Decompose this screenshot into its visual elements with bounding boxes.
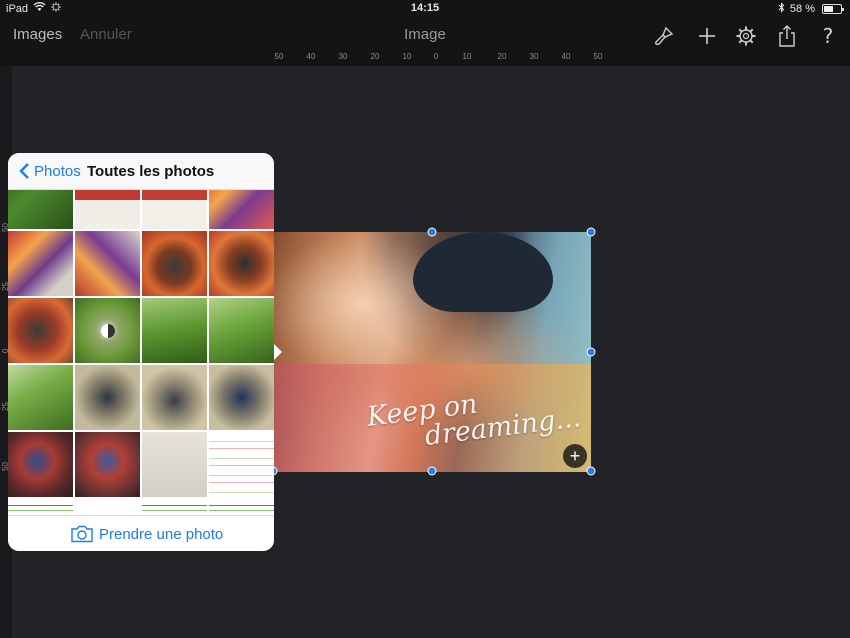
canvas-image[interactable]: Keep on dreaming... + bbox=[273, 232, 591, 472]
photo-thumbnail[interactable] bbox=[8, 499, 73, 516]
ruler-label: 0 bbox=[433, 52, 439, 61]
popover-arrow bbox=[273, 343, 282, 361]
back-photos-button[interactable]: Photos bbox=[34, 163, 81, 180]
photo-thumbnail[interactable] bbox=[142, 432, 207, 497]
photo-thumbnail[interactable] bbox=[209, 190, 274, 229]
photo-thumbnail[interactable] bbox=[75, 499, 140, 516]
photo-picker-popover: Photos Toutes les photos Prendre une pho… bbox=[8, 153, 274, 551]
battery-fill bbox=[824, 6, 834, 12]
ruler-label: 30 bbox=[529, 52, 539, 61]
gear-icon[interactable] bbox=[733, 24, 759, 48]
ruler-label: 50 bbox=[274, 52, 284, 61]
horizontal-ruler: 50 40 30 20 10 0 10 20 30 40 50 bbox=[0, 50, 850, 66]
popover-title: Toutes les photos bbox=[87, 163, 215, 180]
help-icon[interactable]: ? bbox=[815, 24, 841, 48]
popover-header: Photos Toutes les photos bbox=[8, 153, 274, 190]
images-button[interactable]: Images bbox=[13, 26, 62, 43]
photo-thumbnail[interactable] bbox=[209, 432, 274, 497]
ruler-label: 50 bbox=[593, 52, 603, 61]
ruler-label: 20 bbox=[370, 52, 380, 61]
photo-thumbnail[interactable] bbox=[142, 499, 207, 516]
photo-thumbnail[interactable] bbox=[142, 298, 207, 363]
ruler-label: 30 bbox=[338, 52, 348, 61]
photo-thumbnail[interactable] bbox=[142, 365, 207, 430]
photo-grid bbox=[8, 190, 274, 516]
plus-icon[interactable] bbox=[694, 24, 720, 48]
resize-handle-bottom[interactable] bbox=[427, 466, 437, 476]
status-bar: iPad 14:15 58 % bbox=[0, 0, 850, 18]
photo-thumbnail[interactable] bbox=[75, 190, 140, 229]
photo-thumbnail[interactable] bbox=[209, 499, 274, 516]
photo-thumbnail[interactable] bbox=[75, 231, 140, 296]
cancel-button[interactable]: Annuler bbox=[80, 26, 132, 43]
ruler-label: 40 bbox=[561, 52, 571, 61]
photo-thumbnail[interactable] bbox=[142, 190, 207, 229]
bluetooth-icon bbox=[778, 2, 785, 16]
status-time: 14:15 bbox=[410, 2, 440, 14]
photo-thumbnail[interactable] bbox=[8, 231, 73, 296]
ruler-label: 20 bbox=[497, 52, 507, 61]
take-photo-button[interactable]: Prendre une photo bbox=[99, 526, 223, 543]
share-icon[interactable] bbox=[774, 24, 800, 48]
ruler-label: 40 bbox=[306, 52, 316, 61]
photo-thumbnail[interactable] bbox=[209, 298, 274, 363]
photo-thumbnail[interactable] bbox=[75, 432, 140, 497]
add-image-button[interactable]: + bbox=[563, 444, 587, 468]
photo-thumbnail[interactable] bbox=[209, 365, 274, 430]
popover-footer: Prendre une photo bbox=[8, 515, 274, 551]
resize-handle-top-right[interactable] bbox=[586, 227, 596, 237]
photo-thumbnail[interactable] bbox=[142, 231, 207, 296]
photo-thumbnail[interactable] bbox=[8, 298, 73, 363]
photo-thumbnail[interactable] bbox=[8, 432, 73, 497]
photo-thumbnail[interactable] bbox=[8, 365, 73, 430]
resize-handle-bottom-right[interactable] bbox=[586, 466, 596, 476]
battery-tip bbox=[842, 8, 844, 11]
chevron-left-icon[interactable] bbox=[18, 162, 30, 185]
resize-handle-top[interactable] bbox=[427, 227, 437, 237]
battery-percent: 58 % bbox=[789, 3, 815, 15]
photo-thumbnail[interactable] bbox=[75, 365, 140, 430]
ruler-label: 10 bbox=[402, 52, 412, 61]
photo-thumbnail[interactable] bbox=[75, 298, 140, 363]
photo-thumbnail[interactable] bbox=[209, 231, 274, 296]
ruler-label: 10 bbox=[462, 52, 472, 61]
resize-handle-right[interactable] bbox=[586, 347, 596, 357]
photo-thumbnail[interactable] bbox=[8, 190, 73, 229]
brush-icon[interactable] bbox=[651, 24, 677, 48]
battery-icon bbox=[822, 4, 844, 14]
camera-icon[interactable] bbox=[70, 525, 94, 548]
app-root: iPad 14:15 58 % Images Annuler Image ? 5… bbox=[0, 0, 850, 638]
status-right: 58 % bbox=[778, 2, 844, 16]
